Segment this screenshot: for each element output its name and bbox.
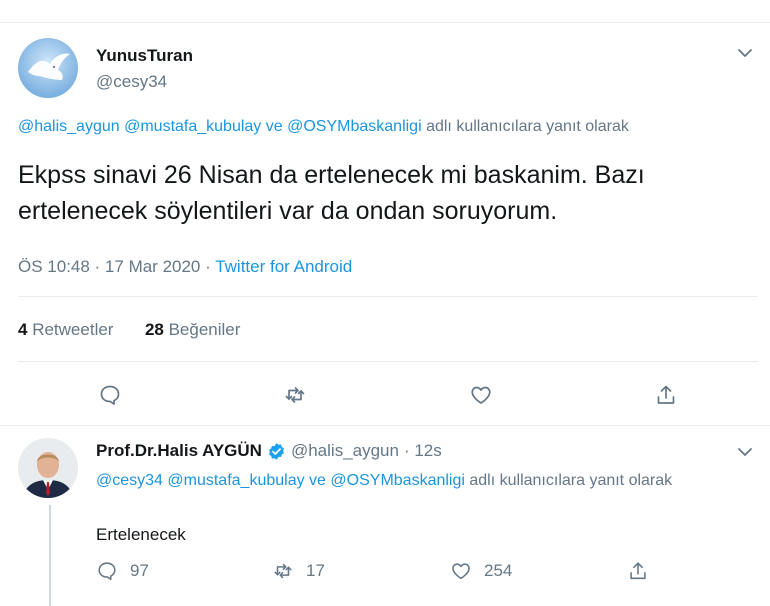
reply-context-suffix: adlı kullanıcılara yanıt olarak — [426, 118, 629, 135]
avatar[interactable] — [18, 38, 78, 98]
reply-header: Prof.Dr.Halis AYGÜN @halis_aygun · 12s — [96, 441, 442, 461]
likes-stat[interactable]: 28 Beğeniler — [145, 320, 240, 339]
reply-icon[interactable] — [96, 560, 118, 582]
reply-count: 97 — [130, 561, 149, 580]
reply-icon[interactable] — [95, 380, 125, 410]
share-icon[interactable] — [627, 560, 649, 582]
like-heart-icon[interactable] — [450, 560, 472, 582]
author-name[interactable]: YunusTuran — [96, 46, 193, 66]
retweets-stat[interactable]: 4 Retweetler — [18, 320, 113, 339]
author-name[interactable]: Prof.Dr.Halis AYGÜN — [96, 441, 262, 461]
reply-time[interactable]: · 12s — [404, 441, 442, 461]
profile-photo — [18, 438, 78, 498]
tweet-time[interactable]: ÖS 10:48 · 17 Mar 2020 · — [18, 257, 211, 276]
retweet-icon[interactable] — [272, 560, 294, 582]
mention-link[interactable]: @mustafa_kubulay — [167, 472, 304, 489]
chevron-down-icon[interactable] — [736, 443, 754, 466]
divider — [0, 425, 770, 426]
top-divider — [0, 22, 770, 23]
divider — [18, 296, 758, 297]
reply-context-joiner: ve — [265, 118, 283, 135]
tweet-source-link[interactable]: Twitter for Android — [215, 257, 352, 276]
reply-context: @cesy34 @mustafa_kubulay ve @OSYMbaskanl… — [96, 469, 736, 493]
tweet-text: Ekpss sinavi 26 Nisan da ertelenecek mi … — [18, 161, 645, 225]
retweet-icon[interactable] — [280, 380, 310, 410]
mention-link[interactable]: @halis_aygun — [18, 118, 120, 135]
divider — [18, 361, 758, 362]
mention-link[interactable]: @cesy34 — [96, 472, 163, 489]
reply-reply-action[interactable]: 97 — [96, 560, 149, 582]
avatar[interactable] — [18, 438, 78, 498]
reply-text: Ertelenecek — [96, 525, 186, 544]
reply-like-action[interactable]: 254 — [450, 560, 512, 582]
mention-link[interactable]: @OSYMbaskanligi — [330, 472, 465, 489]
author-handle[interactable]: @halis_aygun — [291, 441, 399, 461]
tweet-stats: 4 Retweetler 28 Beğeniler — [18, 320, 240, 340]
tweet-meta: ÖS 10:48 · 17 Mar 2020 · Twitter for And… — [18, 257, 352, 277]
chevron-down-icon[interactable] — [736, 44, 754, 67]
mention-link[interactable]: @mustafa_kubulay — [124, 118, 261, 135]
reply-context: @halis_aygun @mustafa_kubulay ve @OSYMba… — [18, 118, 629, 136]
thread-line — [49, 505, 51, 606]
reply-share-action[interactable] — [627, 560, 649, 582]
verified-badge-icon — [267, 442, 286, 461]
reply-retweet-action[interactable]: 17 — [272, 560, 325, 582]
reply-context-joiner: ve — [309, 472, 326, 489]
author-handle[interactable]: @cesy34 — [96, 72, 167, 92]
like-count: 254 — [484, 561, 513, 580]
share-icon[interactable] — [651, 380, 681, 410]
retweet-count: 17 — [306, 561, 325, 580]
like-heart-icon[interactable] — [466, 380, 496, 410]
reply-context-suffix: adlı kullanıcılara yanıt olarak — [469, 472, 673, 489]
dove-image — [28, 53, 70, 80]
mention-link[interactable]: @OSYMbaskanligi — [287, 118, 422, 135]
